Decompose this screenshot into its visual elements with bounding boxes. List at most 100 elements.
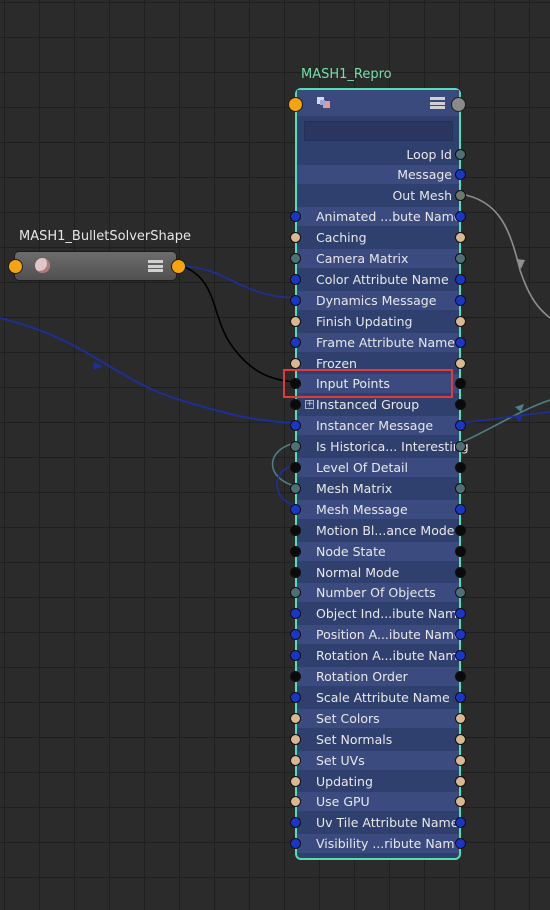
input-port[interactable] (290, 399, 301, 411)
input-port[interactable] (290, 336, 301, 348)
output-port[interactable] (455, 294, 466, 306)
input-port[interactable] (290, 211, 301, 223)
attribute-row[interactable]: Rotation A...ibute Name (290, 646, 466, 665)
attribute-row[interactable]: Rotation Order (290, 667, 466, 686)
attribute-row[interactable]: Set Normals (290, 730, 466, 749)
input-port[interactable] (290, 273, 301, 285)
output-port[interactable] (455, 399, 466, 411)
output-port[interactable] (455, 315, 466, 327)
output-port[interactable] (455, 462, 466, 473)
attribute-row[interactable]: Animated ...bute Name (290, 207, 466, 227)
input-port[interactable] (290, 733, 301, 745)
output-port[interactable] (455, 545, 466, 557)
attribute-row[interactable]: Scale Attribute Name (290, 688, 466, 707)
bullet-output-port[interactable] (171, 259, 186, 274)
output-port[interactable] (455, 817, 466, 829)
input-port[interactable] (290, 817, 301, 829)
input-port[interactable] (290, 357, 301, 369)
input-port[interactable] (290, 671, 301, 682)
output-port[interactable] (455, 211, 466, 223)
output-port[interactable] (455, 733, 466, 745)
attribute-row[interactable]: Updating (290, 772, 466, 791)
output-port[interactable] (455, 754, 466, 766)
output-port[interactable] (455, 169, 466, 181)
input-port[interactable] (290, 650, 301, 662)
attribute-row[interactable]: Is Historica... Interesting (290, 437, 469, 456)
expand-icon[interactable]: + (305, 400, 314, 410)
attribute-row[interactable]: Visibility ...ribute Name (290, 834, 466, 854)
output-port[interactable] (455, 420, 466, 432)
output-port[interactable] (455, 148, 466, 160)
attribute-row[interactable]: Normal Mode (290, 563, 466, 582)
attribute-row[interactable]: Use GPU (290, 792, 466, 812)
input-port[interactable] (290, 315, 301, 327)
input-port[interactable] (290, 441, 301, 453)
output-port[interactable] (455, 336, 466, 348)
attribute-row[interactable]: Set Colors (290, 708, 466, 728)
output-port[interactable] (455, 524, 466, 536)
attribute-row[interactable]: Caching (290, 228, 466, 247)
input-port[interactable] (290, 232, 301, 244)
input-port[interactable] (290, 524, 301, 536)
input-port[interactable] (290, 587, 301, 599)
input-port[interactable] (290, 775, 301, 787)
input-port[interactable] (290, 482, 301, 494)
repro-input-port[interactable] (288, 97, 303, 112)
input-port[interactable] (290, 629, 301, 641)
attribute-row[interactable]: Level Of Detail (290, 458, 466, 477)
input-port[interactable] (290, 545, 301, 557)
input-port[interactable] (290, 566, 301, 578)
attribute-row[interactable]: Color Attribute Name (290, 270, 466, 289)
attribute-row[interactable]: Dynamics Message (290, 290, 466, 310)
attribute-row[interactable]: Mesh Message (290, 499, 466, 519)
output-port[interactable] (455, 838, 466, 850)
attribute-row[interactable]: Camera Matrix (290, 249, 466, 268)
attribute-filter-field[interactable] (304, 121, 453, 141)
output-row[interactable]: Loop Id (297, 145, 466, 164)
input-port[interactable] (290, 294, 301, 306)
input-port[interactable] (290, 691, 301, 703)
input-port[interactable] (290, 838, 301, 850)
attribute-row[interactable]: Object Ind...ibute Name (290, 604, 466, 623)
output-port[interactable] (455, 378, 466, 390)
repro-output-port[interactable] (451, 97, 466, 112)
input-port[interactable] (290, 420, 301, 432)
menu-icon[interactable] (148, 260, 163, 272)
repro-node[interactable]: Loop Id Message Out Mesh Animated ...bute N… (288, 88, 469, 860)
output-port[interactable] (455, 190, 466, 202)
menu-icon[interactable] (430, 97, 445, 109)
output-port[interactable] (455, 253, 466, 264)
attribute-row[interactable]: Frame Attribute Name (290, 332, 466, 352)
input-port[interactable] (290, 462, 301, 473)
input-port[interactable] (290, 608, 301, 620)
attribute-row[interactable]: Set UVs (290, 750, 466, 770)
output-row[interactable]: Out Mesh (297, 186, 466, 205)
output-port[interactable] (455, 273, 466, 285)
input-port[interactable] (290, 253, 301, 264)
attribute-row[interactable]: Node State (290, 541, 466, 561)
output-port[interactable] (455, 775, 466, 787)
output-row[interactable]: Message (297, 165, 466, 185)
output-port[interactable] (455, 691, 466, 703)
output-port[interactable] (455, 482, 466, 494)
input-port[interactable] (290, 712, 301, 724)
attribute-row[interactable]: Instancer Message (290, 416, 466, 436)
attribute-row[interactable]: Mesh Matrix (290, 479, 466, 498)
output-port[interactable] (455, 232, 466, 244)
output-port[interactable] (455, 587, 466, 599)
output-port[interactable] (455, 357, 466, 369)
input-port[interactable] (290, 796, 301, 808)
input-port[interactable] (290, 503, 301, 515)
output-port[interactable] (455, 503, 466, 515)
attribute-row[interactable]: Motion Bl...ance Mode (290, 521, 466, 540)
bullet-input-port[interactable] (8, 259, 23, 274)
output-port[interactable] (455, 629, 466, 641)
attribute-row[interactable]: Number Of Objects (290, 583, 466, 603)
output-port[interactable] (455, 712, 466, 724)
attribute-row[interactable]: Finish Updating (290, 312, 466, 331)
bullet-solver-node[interactable] (8, 251, 186, 281)
attribute-row[interactable]: + Instanced Group (290, 395, 466, 414)
output-port[interactable] (455, 671, 466, 682)
attribute-row[interactable]: Position A...ibute Name (290, 625, 466, 645)
output-port[interactable] (455, 796, 466, 808)
